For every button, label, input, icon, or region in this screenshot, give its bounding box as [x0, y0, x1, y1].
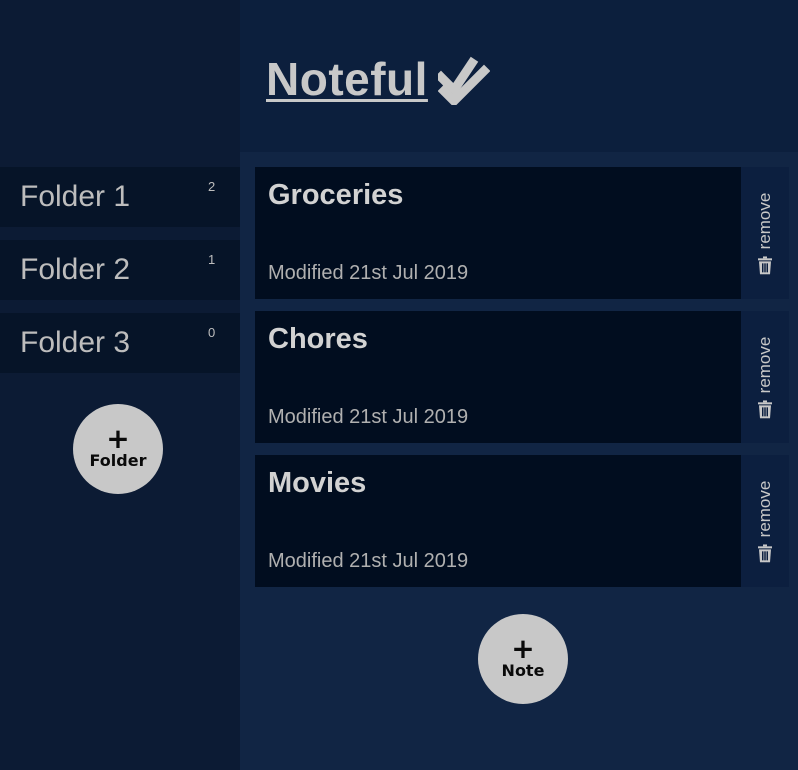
folder-note-count: 1: [208, 252, 216, 267]
sidebar-item-folder-3[interactable]: Folder 3 0: [0, 313, 240, 373]
note-title-link[interactable]: Chores: [268, 323, 368, 356]
sidebar-item-folder-2[interactable]: Folder 2 1: [0, 240, 240, 300]
remove-note-button[interactable]: remove: [741, 167, 789, 299]
note-title-link[interactable]: Movies: [268, 467, 366, 500]
double-check-icon: [437, 56, 490, 105]
plus-icon: +: [511, 632, 535, 665]
remove-note-button[interactable]: remove: [741, 311, 789, 443]
home-link[interactable]: Noteful: [266, 52, 490, 106]
remove-note-button[interactable]: remove: [741, 455, 789, 587]
note-card: Groceries Modified 21st Jul 2019 remove: [255, 167, 789, 299]
add-note-button[interactable]: + Note: [478, 614, 568, 704]
note-modified-date: Modified 21st Jul 2019: [268, 262, 469, 284]
remove-label: remove: [755, 336, 774, 394]
sidebar: Folder 1 2 Folder 2 1 Folder 3 0 + Folde…: [0, 0, 240, 770]
header: Noteful: [240, 0, 798, 152]
add-note-label: Note: [501, 661, 545, 680]
trash-icon: [758, 544, 772, 563]
plus-icon: +: [106, 422, 130, 455]
trash-icon: [758, 256, 772, 275]
note-title-link[interactable]: Groceries: [268, 179, 403, 212]
remove-label: remove: [755, 480, 774, 538]
folder-name: Folder 1: [20, 180, 131, 213]
remove-label: remove: [755, 192, 774, 250]
folder-name: Folder 2: [20, 253, 131, 286]
note-card: Chores Modified 21st Jul 2019 remove: [255, 311, 789, 443]
note-card: Movies Modified 21st Jul 2019 remove: [255, 455, 789, 587]
app-title: Noteful: [266, 53, 428, 105]
folder-name: Folder 3: [20, 326, 131, 359]
folder-note-count: 2: [208, 179, 216, 194]
sidebar-item-folder-1[interactable]: Folder 1 2: [0, 167, 240, 227]
note-modified-date: Modified 21st Jul 2019: [268, 550, 469, 572]
note-modified-date: Modified 21st Jul 2019: [268, 406, 469, 428]
add-folder-button[interactable]: + Folder: [73, 404, 163, 494]
folder-note-count: 0: [208, 325, 216, 340]
trash-icon: [758, 400, 772, 419]
add-folder-label: Folder: [89, 451, 147, 470]
